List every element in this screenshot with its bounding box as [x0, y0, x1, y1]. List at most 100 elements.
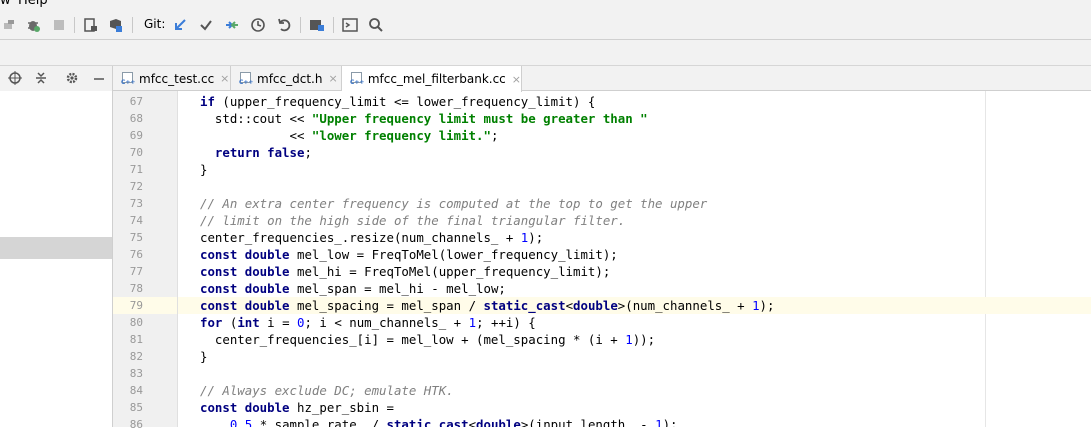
project-structure-icon[interactable] [308, 16, 326, 34]
code-text: center_frequencies_[i] = mel_low + (mel_… [200, 332, 655, 347]
search-icon[interactable] [367, 16, 385, 34]
line-number: 76 [129, 248, 143, 261]
git-commit-icon[interactable] [197, 16, 215, 34]
line-number: 72 [129, 180, 143, 193]
tab-mfcc-dct[interactable]: C++ mfcc_dct.h × [231, 66, 342, 91]
stop-icon[interactable] [50, 16, 68, 34]
code-token: )); [632, 332, 656, 347]
code-text: << "lower frequency limit."; [200, 128, 499, 143]
code-line[interactable]: center_frequencies_[i] = mel_low + (mel_… [178, 331, 1091, 348]
code-token: "lower frequency limit." [311, 128, 491, 143]
line-number: 78 [129, 282, 143, 295]
profile-icon[interactable] [106, 16, 124, 34]
code-line[interactable]: const double mel_spacing = mel_span / st… [178, 297, 1091, 314]
code-token: ; ++i) { [476, 315, 536, 330]
code-text: // Always exclude DC; emulate HTK. [200, 383, 454, 398]
code-line[interactable]: center_frequencies_.resize(num_channels_… [178, 229, 1091, 246]
code-line[interactable]: } [178, 348, 1091, 365]
git-update-icon[interactable] [171, 16, 189, 34]
toolbar-separator [74, 17, 75, 33]
code-text: return false; [200, 145, 312, 160]
code-line[interactable]: const double mel_hi = FreqToMel(upper_fr… [178, 263, 1091, 280]
code-token: if [200, 94, 215, 109]
toolbar-separator [333, 17, 334, 33]
code-text: const double mel_hi = FreqToMel(upper_fr… [200, 264, 610, 279]
menu-bar: w Help [0, 0, 1091, 10]
code-token: double [476, 417, 521, 427]
tab-mfcc-test[interactable]: C++ mfcc_test.cc × [113, 66, 231, 91]
code-token: hz_per_sbin = [289, 400, 394, 415]
hide-panel-icon[interactable] [90, 69, 108, 87]
tab-label: mfcc_test.cc [139, 71, 215, 86]
code-token: center_frequencies_.resize(num_channels_… [200, 230, 521, 245]
code-line[interactable]: return false; [178, 144, 1091, 161]
close-icon[interactable]: × [512, 73, 521, 86]
code-token: 1 [655, 417, 663, 427]
menu-help[interactable]: Help [18, 0, 48, 8]
code-token: mel_span = mel_hi - mel_low; [289, 281, 506, 296]
code-token: ); [759, 298, 775, 313]
debug-icon[interactable] [24, 16, 42, 34]
collapse-all-icon[interactable] [32, 69, 50, 87]
code-line[interactable]: } [178, 161, 1091, 178]
line-number: 75 [129, 231, 143, 244]
code-token: mel_hi = FreqToMel(upper_frequency_limit… [289, 264, 611, 279]
build-icon[interactable] [0, 16, 18, 34]
code-line[interactable] [178, 178, 1091, 195]
code-text: const double mel_span = mel_hi - mel_low… [200, 281, 506, 296]
line-number: 80 [129, 316, 143, 329]
toolbar-separator [300, 17, 301, 33]
line-number: 84 [129, 384, 143, 397]
code-token: } [200, 349, 208, 364]
code-editor[interactable]: if (upper_frequency_limit <= lower_frequ… [178, 91, 1091, 427]
run-coverage-icon[interactable] [82, 16, 100, 34]
code-line[interactable]: if (upper_frequency_limit <= lower_frequ… [178, 93, 1091, 110]
line-number: 79 [129, 299, 143, 312]
terminal-icon[interactable] [341, 16, 359, 34]
code-token: (upper_frequency_limit <= lower_frequenc… [214, 94, 596, 109]
code-token: for [200, 315, 223, 330]
menu-view[interactable]: w [0, 0, 11, 8]
code-line[interactable]: 0.5 * sample_rate_ / static_cast<double>… [178, 416, 1091, 427]
code-text: } [200, 349, 207, 364]
code-token: const double [200, 264, 290, 279]
code-token: "Upper frequency limit must be greater t… [311, 111, 648, 126]
navigation-bar [0, 40, 1091, 66]
code-line[interactable]: std::cout << "Upper frequency limit must… [178, 110, 1091, 127]
line-number: 74 [129, 214, 143, 227]
code-token: } [200, 162, 208, 177]
git-label: Git: [144, 17, 166, 31]
git-revert-icon[interactable] [275, 16, 293, 34]
selected-tree-item[interactable] [0, 237, 112, 259]
gear-icon[interactable] [63, 69, 81, 87]
code-line[interactable] [178, 365, 1091, 382]
code-token: // Always exclude DC; emulate HTK. [200, 383, 454, 398]
code-token: ; [304, 145, 312, 160]
locate-icon[interactable] [6, 69, 24, 87]
code-line[interactable]: for (int i = 0; i < num_channels_ + 1; +… [178, 314, 1091, 331]
tab-mfcc-mel-filterbank[interactable]: C++ mfcc_mel_filterbank.cc × [342, 66, 522, 92]
code-token: // limit on the high side of the final t… [200, 213, 626, 228]
git-compare-icon[interactable] [223, 16, 241, 34]
code-token: ; i < num_channels_ + [304, 315, 469, 330]
code-line[interactable]: const double mel_low = FreqToMel(lower_f… [178, 246, 1091, 263]
code-token: std::cout << [200, 111, 312, 126]
code-line[interactable]: // limit on the high side of the final t… [178, 212, 1091, 229]
close-icon[interactable]: × [220, 72, 229, 85]
code-token: return false [214, 145, 305, 160]
code-line[interactable]: << "lower frequency limit."; [178, 127, 1091, 144]
git-history-icon[interactable] [249, 16, 267, 34]
code-line[interactable]: // Always exclude DC; emulate HTK. [178, 382, 1091, 399]
code-token: center_frequencies_[i] = mel_low + (mel_… [200, 332, 626, 347]
code-text: center_frequencies_.resize(num_channels_… [200, 230, 543, 245]
line-number: 86 [129, 418, 143, 431]
code-line[interactable]: const double mel_span = mel_hi - mel_low… [178, 280, 1091, 297]
line-number: 85 [129, 401, 143, 414]
close-icon[interactable]: × [328, 72, 337, 85]
code-line[interactable]: const double hz_per_sbin = [178, 399, 1091, 416]
code-text: for (int i = 0; i < num_channels_ + 1; +… [200, 315, 536, 330]
code-line[interactable]: // An extra center frequency is computed… [178, 195, 1091, 212]
code-text: const double hz_per_sbin = [200, 400, 394, 415]
project-panel [0, 91, 113, 427]
cpp-file-icon: C++ [239, 71, 253, 86]
